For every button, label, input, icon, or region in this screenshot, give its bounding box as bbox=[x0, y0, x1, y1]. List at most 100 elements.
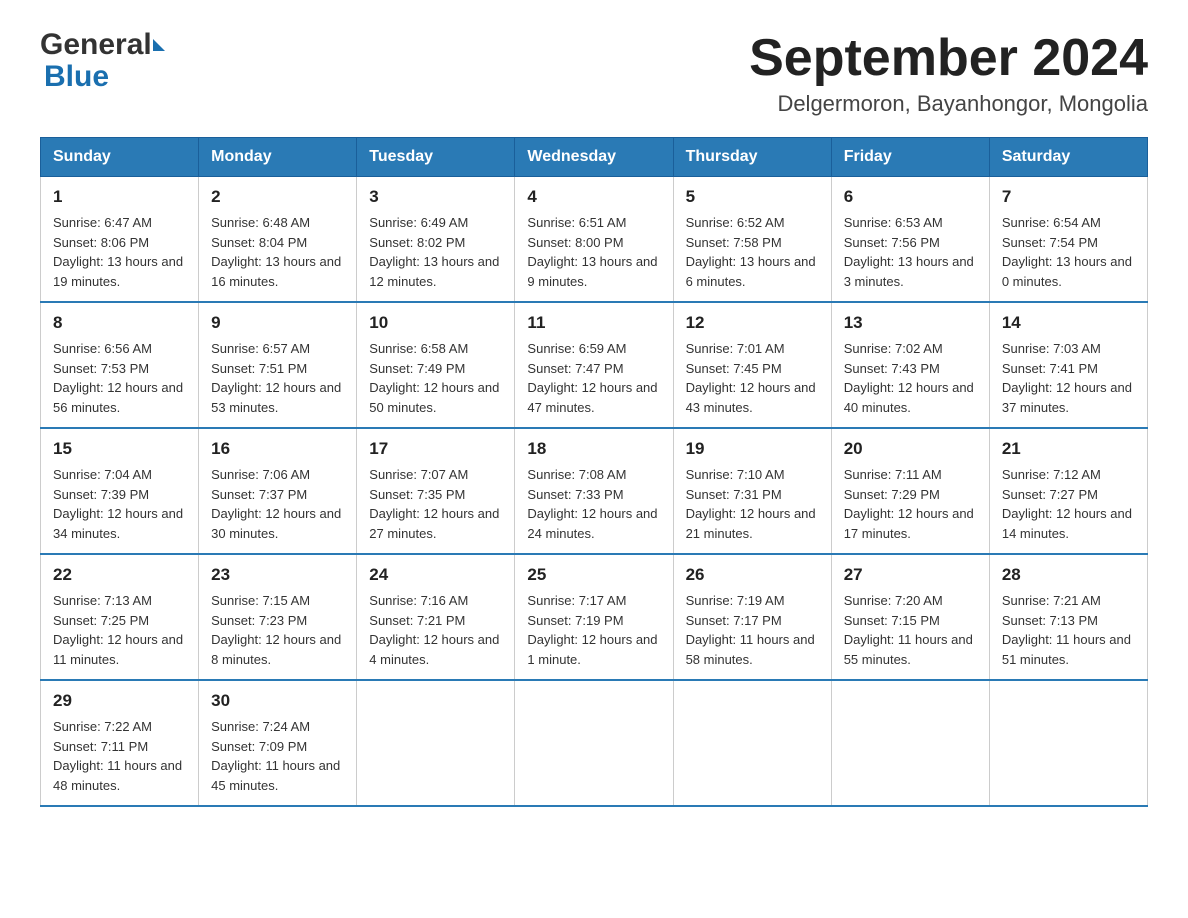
day-info: Sunrise: 7:13 AMSunset: 7:25 PMDaylight:… bbox=[53, 593, 183, 667]
day-number: 23 bbox=[211, 565, 344, 585]
calendar-cell bbox=[357, 680, 515, 806]
day-number: 8 bbox=[53, 313, 186, 333]
logo-general-text: General bbox=[40, 30, 152, 60]
weekday-header-monday: Monday bbox=[199, 138, 357, 177]
day-info: Sunrise: 7:15 AMSunset: 7:23 PMDaylight:… bbox=[211, 593, 341, 667]
day-info: Sunrise: 6:59 AMSunset: 7:47 PMDaylight:… bbox=[527, 341, 657, 415]
logo: General Blue bbox=[40, 30, 166, 94]
calendar-week-row: 1 Sunrise: 6:47 AMSunset: 8:06 PMDayligh… bbox=[41, 177, 1148, 303]
calendar-cell: 4 Sunrise: 6:51 AMSunset: 8:00 PMDayligh… bbox=[515, 177, 673, 303]
day-info: Sunrise: 7:24 AMSunset: 7:09 PMDaylight:… bbox=[211, 719, 340, 793]
day-info: Sunrise: 6:48 AMSunset: 8:04 PMDaylight:… bbox=[211, 215, 341, 289]
day-number: 26 bbox=[686, 565, 819, 585]
weekday-header-tuesday: Tuesday bbox=[357, 138, 515, 177]
calendar-cell: 28 Sunrise: 7:21 AMSunset: 7:13 PMDaylig… bbox=[989, 554, 1147, 680]
day-number: 6 bbox=[844, 187, 977, 207]
day-info: Sunrise: 7:22 AMSunset: 7:11 PMDaylight:… bbox=[53, 719, 182, 793]
day-number: 25 bbox=[527, 565, 660, 585]
calendar-cell: 30 Sunrise: 7:24 AMSunset: 7:09 PMDaylig… bbox=[199, 680, 357, 806]
calendar-cell: 1 Sunrise: 6:47 AMSunset: 8:06 PMDayligh… bbox=[41, 177, 199, 303]
calendar-cell: 18 Sunrise: 7:08 AMSunset: 7:33 PMDaylig… bbox=[515, 428, 673, 554]
day-info: Sunrise: 6:49 AMSunset: 8:02 PMDaylight:… bbox=[369, 215, 499, 289]
day-number: 3 bbox=[369, 187, 502, 207]
calendar-cell: 6 Sunrise: 6:53 AMSunset: 7:56 PMDayligh… bbox=[831, 177, 989, 303]
calendar-cell: 9 Sunrise: 6:57 AMSunset: 7:51 PMDayligh… bbox=[199, 302, 357, 428]
day-number: 1 bbox=[53, 187, 186, 207]
day-info: Sunrise: 6:56 AMSunset: 7:53 PMDaylight:… bbox=[53, 341, 183, 415]
day-info: Sunrise: 6:47 AMSunset: 8:06 PMDaylight:… bbox=[53, 215, 183, 289]
day-number: 15 bbox=[53, 439, 186, 459]
day-number: 7 bbox=[1002, 187, 1135, 207]
calendar-cell bbox=[989, 680, 1147, 806]
weekday-header-row: SundayMondayTuesdayWednesdayThursdayFrid… bbox=[41, 138, 1148, 177]
calendar-cell bbox=[831, 680, 989, 806]
calendar-cell: 10 Sunrise: 6:58 AMSunset: 7:49 PMDaylig… bbox=[357, 302, 515, 428]
day-number: 27 bbox=[844, 565, 977, 585]
day-info: Sunrise: 7:21 AMSunset: 7:13 PMDaylight:… bbox=[1002, 593, 1131, 667]
day-number: 14 bbox=[1002, 313, 1135, 333]
day-number: 2 bbox=[211, 187, 344, 207]
calendar-cell: 21 Sunrise: 7:12 AMSunset: 7:27 PMDaylig… bbox=[989, 428, 1147, 554]
calendar-cell bbox=[515, 680, 673, 806]
day-info: Sunrise: 6:52 AMSunset: 7:58 PMDaylight:… bbox=[686, 215, 816, 289]
day-number: 17 bbox=[369, 439, 502, 459]
logo-blue-text: Blue bbox=[44, 60, 109, 93]
calendar-cell: 20 Sunrise: 7:11 AMSunset: 7:29 PMDaylig… bbox=[831, 428, 989, 554]
day-info: Sunrise: 7:20 AMSunset: 7:15 PMDaylight:… bbox=[844, 593, 973, 667]
day-number: 29 bbox=[53, 691, 186, 711]
day-number: 9 bbox=[211, 313, 344, 333]
day-info: Sunrise: 7:03 AMSunset: 7:41 PMDaylight:… bbox=[1002, 341, 1132, 415]
weekday-header-wednesday: Wednesday bbox=[515, 138, 673, 177]
calendar-cell bbox=[673, 680, 831, 806]
calendar-week-row: 8 Sunrise: 6:56 AMSunset: 7:53 PMDayligh… bbox=[41, 302, 1148, 428]
day-info: Sunrise: 6:53 AMSunset: 7:56 PMDaylight:… bbox=[844, 215, 974, 289]
day-number: 11 bbox=[527, 313, 660, 333]
calendar-cell: 22 Sunrise: 7:13 AMSunset: 7:25 PMDaylig… bbox=[41, 554, 199, 680]
day-info: Sunrise: 7:19 AMSunset: 7:17 PMDaylight:… bbox=[686, 593, 815, 667]
day-info: Sunrise: 7:08 AMSunset: 7:33 PMDaylight:… bbox=[527, 467, 657, 541]
calendar-cell: 19 Sunrise: 7:10 AMSunset: 7:31 PMDaylig… bbox=[673, 428, 831, 554]
calendar-cell: 8 Sunrise: 6:56 AMSunset: 7:53 PMDayligh… bbox=[41, 302, 199, 428]
calendar-cell: 23 Sunrise: 7:15 AMSunset: 7:23 PMDaylig… bbox=[199, 554, 357, 680]
calendar-week-row: 15 Sunrise: 7:04 AMSunset: 7:39 PMDaylig… bbox=[41, 428, 1148, 554]
day-number: 16 bbox=[211, 439, 344, 459]
day-info: Sunrise: 7:12 AMSunset: 7:27 PMDaylight:… bbox=[1002, 467, 1132, 541]
calendar-cell: 3 Sunrise: 6:49 AMSunset: 8:02 PMDayligh… bbox=[357, 177, 515, 303]
day-number: 21 bbox=[1002, 439, 1135, 459]
weekday-header-friday: Friday bbox=[831, 138, 989, 177]
day-info: Sunrise: 6:51 AMSunset: 8:00 PMDaylight:… bbox=[527, 215, 657, 289]
calendar-title: September 2024 bbox=[749, 30, 1148, 87]
day-number: 13 bbox=[844, 313, 977, 333]
day-info: Sunrise: 7:16 AMSunset: 7:21 PMDaylight:… bbox=[369, 593, 499, 667]
calendar-cell: 29 Sunrise: 7:22 AMSunset: 7:11 PMDaylig… bbox=[41, 680, 199, 806]
calendar-cell: 15 Sunrise: 7:04 AMSunset: 7:39 PMDaylig… bbox=[41, 428, 199, 554]
calendar-week-row: 29 Sunrise: 7:22 AMSunset: 7:11 PMDaylig… bbox=[41, 680, 1148, 806]
day-number: 30 bbox=[211, 691, 344, 711]
day-info: Sunrise: 7:07 AMSunset: 7:35 PMDaylight:… bbox=[369, 467, 499, 541]
day-number: 22 bbox=[53, 565, 186, 585]
calendar-cell: 11 Sunrise: 6:59 AMSunset: 7:47 PMDaylig… bbox=[515, 302, 673, 428]
calendar-cell: 27 Sunrise: 7:20 AMSunset: 7:15 PMDaylig… bbox=[831, 554, 989, 680]
weekday-header-thursday: Thursday bbox=[673, 138, 831, 177]
calendar-cell: 7 Sunrise: 6:54 AMSunset: 7:54 PMDayligh… bbox=[989, 177, 1147, 303]
location-subtitle: Delgermoron, Bayanhongor, Mongolia bbox=[749, 91, 1148, 117]
calendar-cell: 24 Sunrise: 7:16 AMSunset: 7:21 PMDaylig… bbox=[357, 554, 515, 680]
day-info: Sunrise: 7:06 AMSunset: 7:37 PMDaylight:… bbox=[211, 467, 341, 541]
weekday-header-saturday: Saturday bbox=[989, 138, 1147, 177]
day-info: Sunrise: 7:17 AMSunset: 7:19 PMDaylight:… bbox=[527, 593, 657, 667]
page-header: General Blue September 2024 Delgermoron,… bbox=[40, 30, 1148, 117]
day-info: Sunrise: 6:58 AMSunset: 7:49 PMDaylight:… bbox=[369, 341, 499, 415]
day-number: 10 bbox=[369, 313, 502, 333]
day-info: Sunrise: 7:11 AMSunset: 7:29 PMDaylight:… bbox=[844, 467, 974, 541]
calendar-cell: 16 Sunrise: 7:06 AMSunset: 7:37 PMDaylig… bbox=[199, 428, 357, 554]
day-number: 28 bbox=[1002, 565, 1135, 585]
day-number: 19 bbox=[686, 439, 819, 459]
title-section: September 2024 Delgermoron, Bayanhongor,… bbox=[749, 30, 1148, 117]
logo-triangle-icon bbox=[153, 39, 165, 51]
calendar-cell: 5 Sunrise: 6:52 AMSunset: 7:58 PMDayligh… bbox=[673, 177, 831, 303]
calendar-table: SundayMondayTuesdayWednesdayThursdayFrid… bbox=[40, 137, 1148, 807]
day-info: Sunrise: 7:01 AMSunset: 7:45 PMDaylight:… bbox=[686, 341, 816, 415]
day-number: 18 bbox=[527, 439, 660, 459]
day-info: Sunrise: 7:02 AMSunset: 7:43 PMDaylight:… bbox=[844, 341, 974, 415]
day-info: Sunrise: 6:57 AMSunset: 7:51 PMDaylight:… bbox=[211, 341, 341, 415]
